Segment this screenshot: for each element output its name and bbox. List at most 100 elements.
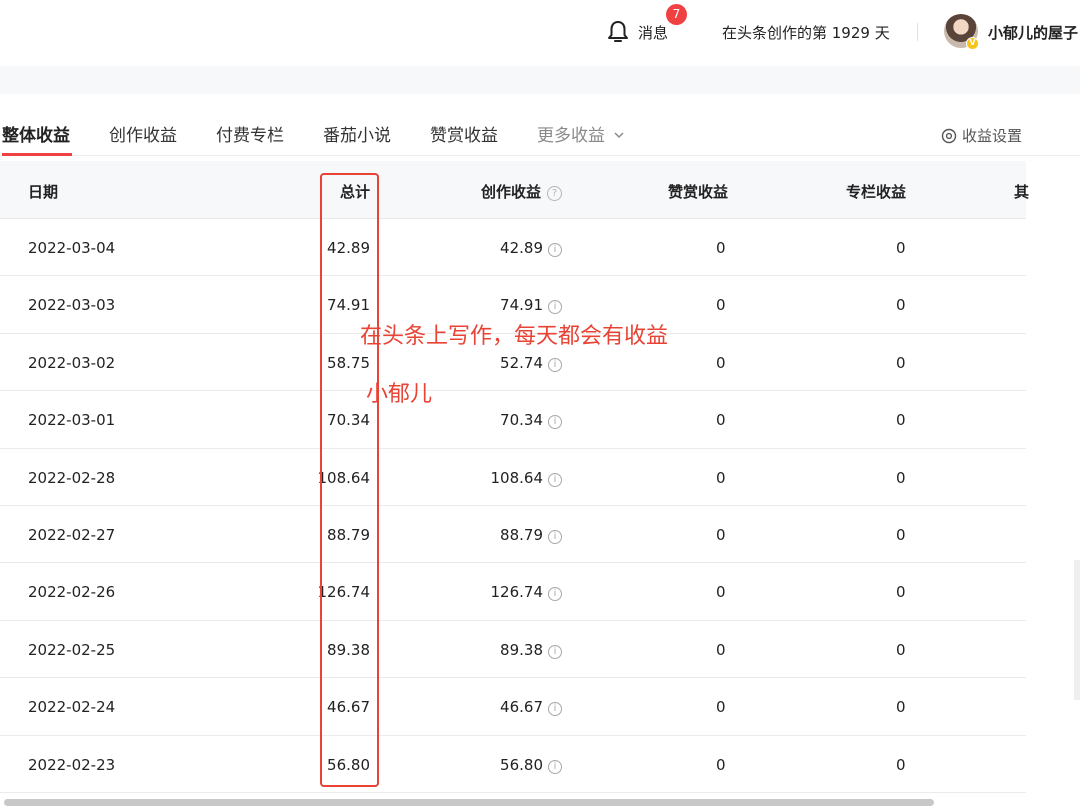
table-row: 2022-02-26 126.74 126.74 i 0 0 (0, 563, 1026, 621)
verified-badge-icon: V (966, 37, 979, 50)
cell-creation-value: 74.91 (500, 296, 543, 315)
cell-reward: 0 (716, 239, 726, 257)
income-settings-label: 收益设置 (962, 127, 1023, 145)
cell-reward: 0 (716, 353, 726, 372)
col-header-creation-label: 创作收益 (480, 183, 541, 201)
chevron-down-icon (614, 132, 624, 139)
cell-creation: 89.38 i (500, 641, 562, 659)
info-icon[interactable]: i (548, 243, 562, 257)
tab-more-label: 更多收益 (537, 126, 605, 146)
income-settings-button[interactable]: 收益设置 (941, 125, 1022, 146)
cell-column-income: 0 (896, 698, 906, 717)
active-tab-underline (2, 153, 72, 156)
username[interactable]: 小郁儿的屋子 (988, 22, 1078, 43)
tab-more-income[interactable]: 更多收益 (537, 121, 625, 146)
cell-creation: 108.64 i (490, 468, 562, 487)
cell-reward: 0 (716, 640, 726, 659)
info-icon[interactable]: i (548, 415, 562, 430)
table-row: 2022-03-04 42.89 42.89 i 0 0 (0, 219, 1026, 277)
cell-date: 2022-03-03 (28, 296, 116, 315)
info-icon[interactable]: i (548, 530, 562, 544)
help-icon[interactable]: ? (547, 186, 562, 201)
cell-column-income: 0 (896, 640, 906, 659)
cell-creation: 42.89 i (500, 239, 562, 257)
col-header-column-income: 专栏收益 (846, 183, 907, 201)
cell-creation-value: 108.64 (490, 468, 544, 487)
cell-date: 2022-03-02 (28, 353, 116, 372)
cell-creation-value: 56.80 (500, 755, 543, 774)
col-header-other: 其 (1014, 183, 1030, 201)
cell-total: 56.80 (327, 755, 370, 774)
annotation-line-1: 在头条上写作，每天都会有收益 (360, 324, 669, 349)
annotation-line-2: 小郁儿 (366, 382, 433, 407)
table-row: 2022-02-28 108.64 108.64 i 0 0 (0, 449, 1026, 506)
table-header: 日期 总计 创作收益? 赞赏收益 专栏收益 其 (0, 161, 1030, 219)
cell-date: 2022-02-23 (28, 755, 116, 774)
horizontal-scrollbar[interactable] (4, 799, 934, 806)
cell-creation-value: 88.79 (500, 526, 543, 544)
cell-column-income: 0 (896, 468, 906, 487)
cell-creation: 46.67 i (500, 698, 562, 717)
info-icon[interactable]: i (548, 587, 562, 602)
cell-total: 74.91 (327, 296, 370, 315)
creation-days-text: 在头条创作的第 1929 天 (722, 24, 890, 42)
cell-creation-value: 46.67 (500, 698, 543, 717)
info-icon[interactable]: i (548, 300, 562, 315)
cell-creation: 74.91 i (500, 296, 562, 315)
cell-creation-value: 70.34 (500, 411, 543, 430)
cell-reward: 0 (716, 296, 726, 315)
cell-creation-value: 52.74 (500, 353, 543, 372)
cell-column-income: 0 (896, 411, 906, 430)
cell-creation-value: 126.74 (490, 583, 544, 602)
top-header: 消息 7 在头条创作的第 1929 天 V 小郁儿的屋子 (0, 0, 1080, 66)
cell-creation-value: 42.89 (500, 239, 543, 257)
table-row: 2022-02-25 89.38 89.38 i 0 0 (0, 621, 1026, 679)
cell-date: 2022-02-25 (28, 640, 116, 659)
cell-reward: 0 (716, 583, 726, 602)
info-icon[interactable]: i (548, 357, 562, 372)
cell-creation: 52.74 i (500, 354, 562, 372)
income-tabs: 整体收益 创作收益 付费专栏 番茄小说 赞赏收益 更多收益 收益设置 (0, 94, 1080, 156)
table-row: 2022-03-01 70.34 70.34 i 0 0 (0, 391, 1026, 449)
header-divider (917, 23, 918, 41)
table-row: 2022-02-27 88.79 88.79 i 0 0 (0, 506, 1026, 564)
col-header-reward: 赞赏收益 (668, 183, 729, 201)
cell-total: 88.79 (327, 526, 370, 544)
cell-creation: 56.80 i (500, 756, 562, 774)
info-icon[interactable]: i (548, 644, 562, 659)
tab-creation-income[interactable]: 创作收益 (109, 121, 177, 146)
table-row: 2022-02-24 46.67 46.67 i 0 0 (0, 678, 1026, 736)
info-icon[interactable]: i (548, 759, 562, 774)
info-icon[interactable]: i (548, 472, 562, 487)
cell-creation: 70.34 i (500, 411, 562, 430)
col-header-total: 总计 (339, 183, 370, 201)
cell-total: 58.75 (327, 353, 370, 372)
cell-total: 126.74 (317, 583, 371, 602)
tab-tomato-novel[interactable]: 番茄小说 (323, 121, 391, 146)
col-header-creation: 创作收益? (481, 181, 562, 202)
cell-date: 2022-02-24 (28, 698, 116, 717)
cell-creation-value: 89.38 (500, 640, 543, 659)
cell-total: 70.34 (327, 411, 370, 430)
cell-date: 2022-02-28 (28, 468, 116, 487)
cell-creation: 88.79 i (500, 526, 562, 544)
cell-date: 2022-03-01 (28, 411, 116, 430)
cell-total: 89.38 (327, 640, 370, 659)
header-separator-band (0, 66, 1080, 94)
settings-icon (941, 128, 957, 144)
messages-badge: 7 (666, 4, 687, 25)
tab-reward-income[interactable]: 赞赏收益 (430, 121, 498, 146)
cell-date: 2022-03-04 (28, 239, 116, 257)
cell-reward: 0 (716, 526, 726, 544)
messages-link[interactable]: 消息 (638, 22, 668, 43)
info-icon[interactable]: i (548, 702, 562, 717)
tab-overall-income[interactable]: 整体收益 (2, 121, 70, 146)
cell-total: 108.64 (317, 468, 371, 487)
cell-reward: 0 (716, 755, 726, 774)
cell-total: 46.67 (327, 698, 370, 717)
cell-column-income: 0 (896, 755, 906, 774)
tab-paid-column[interactable]: 付费专栏 (216, 121, 284, 146)
vertical-scroll-track[interactable] (1074, 560, 1080, 700)
table-row: 2022-02-23 56.80 56.80 i 0 0 (0, 736, 1026, 793)
bell-icon[interactable] (606, 19, 630, 45)
